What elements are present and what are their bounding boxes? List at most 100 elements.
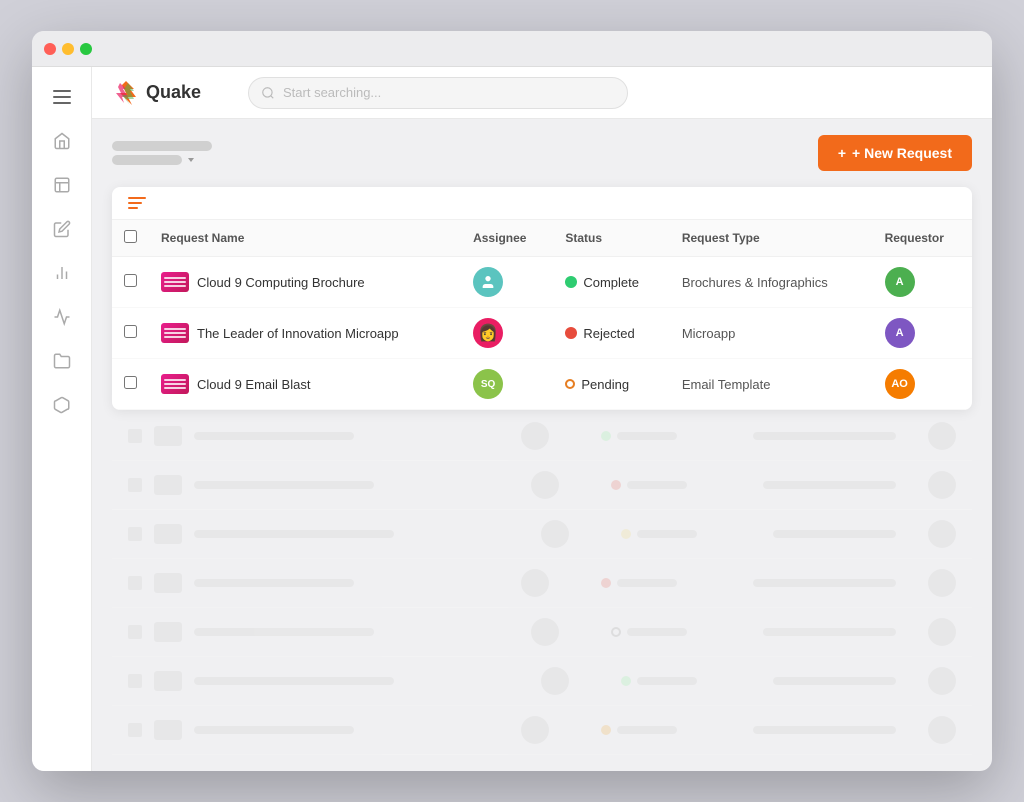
blurred-requestor <box>928 569 956 597</box>
blurred-assignee <box>521 716 549 744</box>
titlebar <box>32 31 992 67</box>
blurred-type-bar <box>773 530 896 538</box>
top-bar: Quake Start searching... <box>92 67 992 119</box>
blurred-row <box>112 559 972 608</box>
blurred-icon <box>154 426 182 446</box>
request-name-cell: The Leader of Innovation Microapp <box>149 308 461 359</box>
status-badge: Pending <box>565 377 657 392</box>
row-checkbox-2[interactable] <box>124 376 137 389</box>
col-header-request-name: Request Name <box>149 220 461 257</box>
blurred-status-dot <box>611 627 621 637</box>
request-type-icon <box>161 323 189 343</box>
blurred-checkbox <box>128 429 142 443</box>
main-content: Quake Start searching... <box>92 67 992 771</box>
requestor-avatar: AO <box>885 369 915 399</box>
minimize-button[interactable] <box>62 43 74 55</box>
select-all-checkbox[interactable] <box>124 230 137 243</box>
blurred-checkbox <box>128 625 142 639</box>
blurred-assignee <box>541 667 569 695</box>
row-checkbox-cell-0 <box>112 257 149 308</box>
request-type-icon <box>161 272 189 292</box>
app-window: Quake Start searching... <box>32 31 992 771</box>
sidebar-analytics-icon[interactable] <box>44 299 80 335</box>
blurred-icon <box>154 524 182 544</box>
blurred-row <box>112 657 972 706</box>
requestor-cell: A <box>873 257 972 308</box>
blurred-row <box>112 608 972 657</box>
blurred-status-dot <box>621 529 631 539</box>
sidebar-edit-icon[interactable] <box>44 211 80 247</box>
request-name-text[interactable]: Cloud 9 Email Blast <box>197 377 310 392</box>
assignee-avatar <box>473 267 503 297</box>
row-checkbox-cell-1 <box>112 308 149 359</box>
requestor-cell: AO <box>873 359 972 410</box>
request-type-text: Email Template <box>682 377 771 392</box>
blurred-status-bar <box>627 481 687 489</box>
requestor-avatar: A <box>885 267 915 297</box>
blurred-requestor <box>928 618 956 646</box>
table-row: Cloud 9 Email Blast SQ Pending Email Tem… <box>112 359 972 410</box>
col-header-requestor: Requestor <box>873 220 972 257</box>
search-bar[interactable]: Start searching... <box>248 77 628 109</box>
traffic-lights <box>44 43 92 55</box>
sidebar-home-icon[interactable] <box>44 123 80 159</box>
blurred-name-bar <box>194 677 394 685</box>
status-cell: Pending <box>553 359 669 410</box>
blurred-row <box>112 412 972 461</box>
row-checkbox-1[interactable] <box>124 325 137 338</box>
filter-line-1 <box>128 197 146 199</box>
row-checkbox-0[interactable] <box>124 274 137 287</box>
assignee-cell: 👩 <box>461 308 553 359</box>
sidebar-files-icon[interactable] <box>44 343 80 379</box>
dropdown-chevron-icon[interactable] <box>186 155 196 165</box>
blurred-assignee <box>521 569 549 597</box>
request-type-cell: Brochures & Infographics <box>670 257 873 308</box>
request-type-text: Microapp <box>682 326 735 341</box>
breadcrumb-line-2 <box>112 155 182 165</box>
assignee-cell <box>461 257 553 308</box>
blurred-status-bar <box>617 726 677 734</box>
status-text: Complete <box>583 275 639 290</box>
page-header: + + New Request <box>112 135 972 171</box>
blurred-row <box>112 510 972 559</box>
blurred-checkbox <box>128 527 142 541</box>
status-dot <box>565 327 577 339</box>
close-button[interactable] <box>44 43 56 55</box>
blurred-requestor <box>928 667 956 695</box>
status-text: Pending <box>581 377 629 392</box>
blurred-status-dot <box>621 676 631 686</box>
blurred-status-dot <box>601 431 611 441</box>
sidebar-tasks-icon[interactable] <box>44 167 80 203</box>
blurred-row <box>112 461 972 510</box>
requestor-avatar: A <box>885 318 915 348</box>
blurred-icon <box>154 622 182 642</box>
request-name-cell: Cloud 9 Computing Brochure <box>149 257 461 308</box>
blurred-status-bar <box>617 432 677 440</box>
blurred-type-bar <box>763 628 896 636</box>
sidebar-packages-icon[interactable] <box>44 387 80 423</box>
blurred-type-bar <box>753 579 896 587</box>
blurred-status-bar <box>617 579 677 587</box>
assignee-cell: SQ <box>461 359 553 410</box>
maximize-button[interactable] <box>80 43 92 55</box>
blurred-icon <box>154 671 182 691</box>
request-type-icon <box>161 374 189 394</box>
assignee-avatar: SQ <box>473 369 503 399</box>
blurred-type-bar <box>773 677 896 685</box>
filter-button[interactable] <box>128 197 146 209</box>
filter-line-2 <box>128 202 142 204</box>
blurred-checkbox <box>128 723 142 737</box>
request-name-text[interactable]: Cloud 9 Computing Brochure <box>197 275 365 290</box>
search-icon <box>261 86 275 100</box>
blurred-type-bar <box>753 432 896 440</box>
table-toolbar <box>112 187 972 220</box>
quake-logo-icon <box>112 79 140 107</box>
request-name-text[interactable]: The Leader of Innovation Microapp <box>197 326 399 341</box>
new-request-button[interactable]: + + New Request <box>818 135 972 171</box>
breadcrumb-area <box>112 141 212 165</box>
request-type-cell: Email Template <box>670 359 873 410</box>
sidebar-reports-icon[interactable] <box>44 255 80 291</box>
logo-area: Quake <box>112 79 232 107</box>
sidebar-menu-icon[interactable] <box>44 79 80 115</box>
app-layout: Quake Start searching... <box>32 67 992 771</box>
